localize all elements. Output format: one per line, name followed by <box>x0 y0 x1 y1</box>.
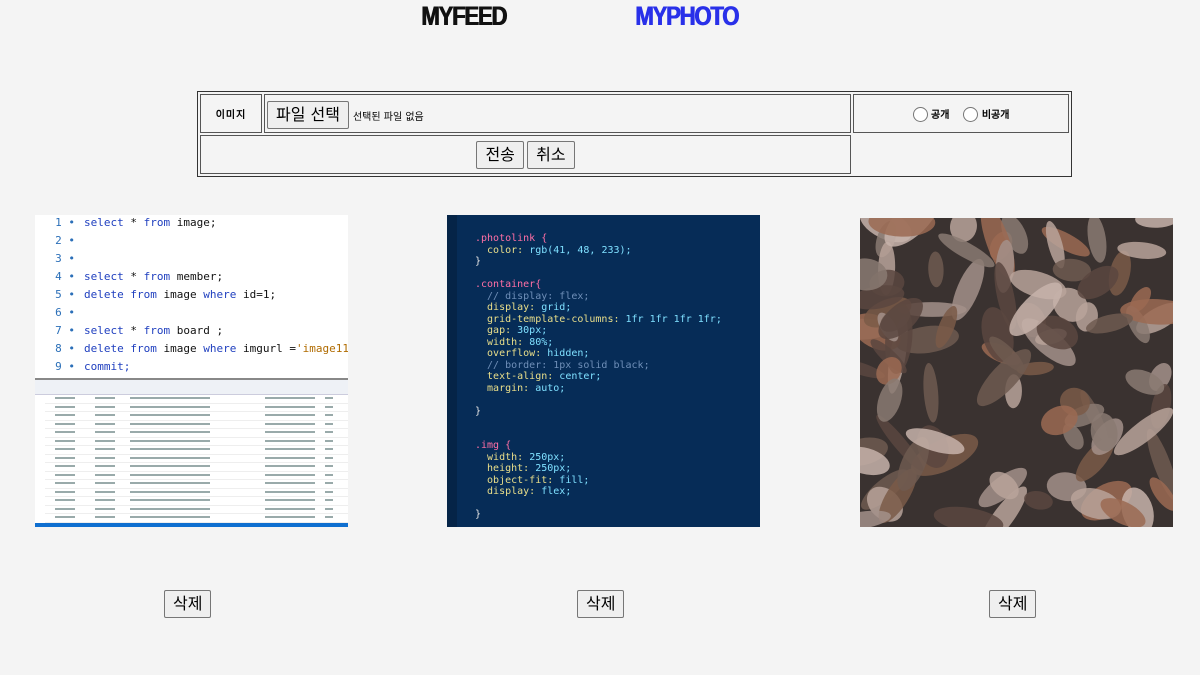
css-line: gap: 30px; <box>475 325 548 336</box>
result-row <box>45 395 348 404</box>
private-label: 비공개 <box>981 109 1010 121</box>
sql-line: select * from board ; <box>84 324 224 337</box>
delete-button[interactable]: 삭제 <box>164 590 212 618</box>
result-row <box>45 463 348 472</box>
css-line: .photolink { <box>475 233 548 244</box>
css-line: .img { <box>475 440 512 451</box>
file-input[interactable]: 파일 선택 선택된 파일 없음 <box>264 94 851 133</box>
line-number: 3 • <box>55 252 75 265</box>
css-line: grid-template-columns: 1fr 1fr 1fr 1fr; <box>475 313 722 325</box>
cancel-button[interactable]: 취소 <box>527 140 575 169</box>
css-line: height: 250px; <box>475 463 572 474</box>
leaves-image <box>860 218 1173 527</box>
delete-button[interactable]: 삭제 <box>989 590 1037 618</box>
line-number: 8 • <box>55 342 75 355</box>
photo-leaves <box>860 218 1173 527</box>
result-row <box>45 506 348 514</box>
result-row <box>45 489 348 497</box>
css-line: text-align: center; <box>475 371 602 382</box>
result-row <box>45 446 348 455</box>
empty-cell <box>853 135 1069 174</box>
css-line: // border: 1px solid black; <box>475 359 650 371</box>
css-line: .container{ <box>475 279 542 290</box>
css-line: // display: flex; <box>475 290 590 302</box>
result-row <box>45 455 348 463</box>
line-number: 1 • <box>55 216 75 229</box>
image-label: 이미지 <box>200 94 262 133</box>
upload-form: 이미지 파일 선택 선택된 파일 없음 공개 비공개 전송 취소 <box>197 91 1072 177</box>
line-number: 9 • <box>55 360 75 373</box>
line-number: 2 • <box>55 234 75 247</box>
css-line: color: rgb(41, 48, 233); <box>475 244 632 256</box>
css-line: display: flex; <box>475 486 572 497</box>
private-radio[interactable] <box>963 106 979 122</box>
public-radio[interactable] <box>912 106 928 122</box>
sql-editor: 1 • select * from image; 2 • 3 • 4 • select *… <box>35 215 348 380</box>
css-line: } <box>475 256 482 267</box>
line-number: 6 • <box>55 306 75 319</box>
grid-toolbar <box>35 380 348 395</box>
action-row: 전송 취소 <box>200 135 851 174</box>
css-line: } <box>475 405 482 417</box>
result-grid <box>35 378 348 527</box>
line-number: 4 • <box>55 270 75 283</box>
line-number: 7 • <box>55 324 75 337</box>
delete-button[interactable]: 삭제 <box>577 590 625 618</box>
result-row <box>45 438 348 446</box>
sql-line: commit; <box>84 360 131 373</box>
css-line: display: grid; <box>475 302 572 313</box>
result-row <box>45 421 348 429</box>
file-status: 선택된 파일 없음 <box>352 111 424 123</box>
result-row <box>45 404 348 412</box>
css-line: width: 80%; <box>475 336 554 348</box>
editor-gutter <box>447 215 457 527</box>
result-row <box>45 480 348 489</box>
result-row <box>45 472 348 480</box>
sql-line: select * from member; <box>84 270 224 283</box>
nav-link-myfeed[interactable]: MYFEED <box>421 0 507 32</box>
result-row <box>45 497 348 506</box>
sql-line: delete from image where id=1; <box>84 288 277 301</box>
submit-button[interactable]: 전송 <box>476 140 524 169</box>
result-row <box>45 429 348 438</box>
photo-css-code: .photolink { color: rgb(41, 48, 233);} .c… <box>447 215 760 527</box>
css-line: object-fit: fill; <box>475 474 590 486</box>
sql-line: select * from image; <box>84 216 217 229</box>
css-line: width: 250px; <box>475 451 566 463</box>
css-line: overflow: hidden; <box>475 348 590 359</box>
nav-link-myphoto[interactable]: MYPHOTO <box>635 0 739 32</box>
visibility-options: 공개 비공개 <box>853 94 1069 133</box>
css-editor: .photolink { color: rgb(41, 48, 233);} .c… <box>447 215 760 527</box>
css-line: margin: auto; <box>475 382 566 394</box>
css-line: } <box>475 509 482 520</box>
grid-statusbar <box>35 523 348 527</box>
file-select-button[interactable]: 파일 선택 <box>267 100 349 129</box>
result-row <box>45 514 348 523</box>
photo-sql-screenshot: 1 • select * from image; 2 • 3 • 4 • select *… <box>35 215 348 527</box>
public-label: 공개 <box>931 109 950 121</box>
result-row <box>45 412 348 421</box>
line-number: 5 • <box>55 288 75 301</box>
sql-line: delete from image where imgurl ='image11… <box>84 342 348 355</box>
